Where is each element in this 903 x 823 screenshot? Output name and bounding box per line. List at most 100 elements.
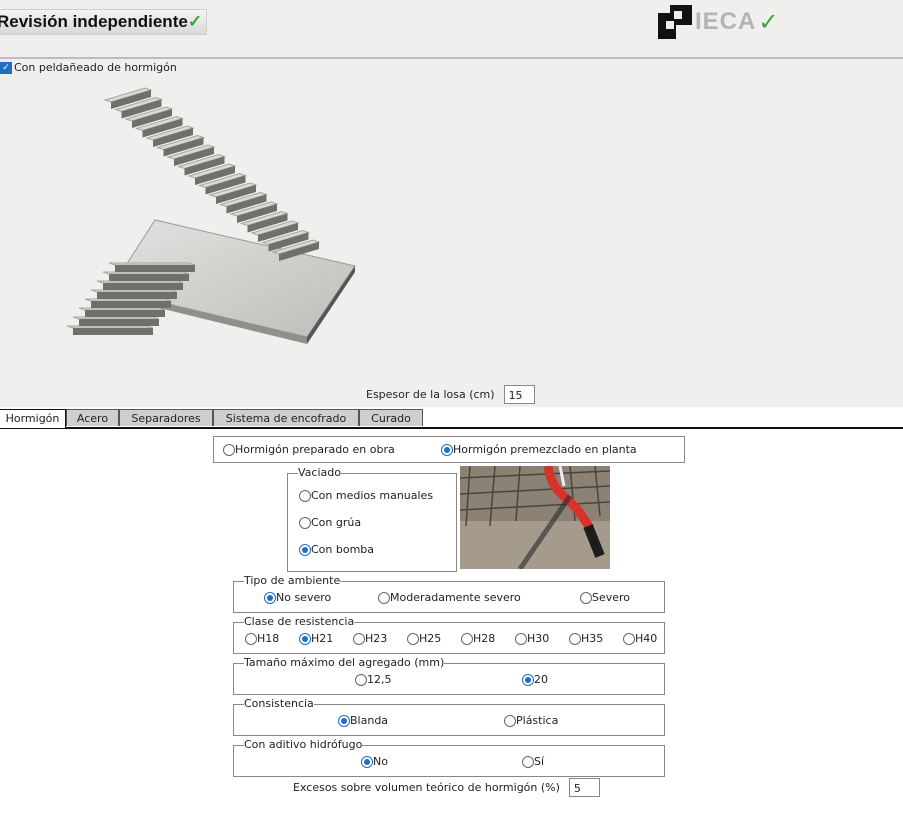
strength-class-group: Clase de resistencia H18 H21 H23 H25 H28… (233, 616, 665, 654)
radio-label: H30 (527, 632, 550, 645)
tab-sistema-encofrado[interactable]: Sistema de encofrado (213, 409, 359, 426)
radio-label: H21 (311, 632, 334, 645)
check-icon: ✓ (187, 12, 203, 31)
radio-button[interactable] (441, 443, 453, 456)
pouring-group: Vaciado Con medios manuales Con grúa Con… (287, 467, 457, 572)
excess-volume-label: Excesos sobre volumen teórico de hormigó… (293, 781, 560, 794)
environment-legend: Tipo de ambiente (244, 574, 341, 587)
aggregate-size-group: Tamaño máximo del agregado (mm) 12,5 20 (233, 657, 665, 695)
slab-thickness-label: Espesor de la losa (cm) (366, 388, 495, 401)
radio-option[interactable]: H35 (569, 632, 603, 645)
excess-volume-row: Excesos sobre volumen teórico de hormigó… (293, 778, 600, 797)
slab-thickness-input[interactable]: 15 (503, 385, 535, 404)
staircase-3d-illustration (66, 87, 356, 344)
radio-option[interactable]: No (361, 755, 388, 768)
radio-label: Hormigón premezclado en planta (453, 443, 637, 456)
radio-button[interactable] (522, 673, 534, 686)
tab-curado[interactable]: Curado (359, 409, 423, 426)
radio-option[interactable]: Blanda (338, 714, 388, 727)
radio-button[interactable] (504, 714, 516, 727)
radio-option[interactable]: Con medios manuales (299, 489, 433, 502)
concrete-steps-label: Con peldañeado de hormigón (14, 61, 177, 74)
radio-button[interactable] (353, 632, 365, 645)
tab-hormigon[interactable]: Hormigón (0, 409, 66, 428)
radio-option[interactable]: H18 (245, 632, 279, 645)
concrete-source-group: Hormigón preparado en obra Hormigón prem… (213, 436, 685, 463)
radio-label: H35 (581, 632, 604, 645)
radio-label: Moderadamente severo (390, 591, 521, 604)
slab-thickness-row: Espesor de la losa (cm) 15 (366, 385, 535, 404)
radio-button[interactable] (522, 755, 534, 768)
radio-button[interactable] (378, 591, 390, 604)
radio-button[interactable] (407, 632, 419, 645)
tab-acero[interactable]: Acero (66, 409, 119, 426)
radio-option[interactable]: Con grúa (299, 516, 361, 529)
aggregate-size-legend: Tamaño máximo del agregado (mm) (244, 656, 445, 669)
radio-button[interactable] (515, 632, 527, 645)
radio-option[interactable]: Hormigón preparado en obra (223, 443, 395, 456)
radio-label: 12,5 (367, 673, 392, 686)
radio-button[interactable] (569, 632, 581, 645)
radio-button[interactable] (299, 543, 311, 556)
radio-option[interactable]: Plástica (504, 714, 558, 727)
tab-bar: Hormigón Acero Separadores Sistema de en… (0, 409, 903, 429)
radio-button[interactable] (355, 673, 367, 686)
consistency-group: Consistencia Blanda Plástica (233, 698, 665, 736)
page-title: Revisión independiente✓ (0, 9, 208, 35)
environment-group: Tipo de ambiente No severo Moderadamente… (233, 575, 665, 613)
radio-button[interactable] (264, 591, 276, 604)
waterproofing-legend: Con aditivo hidrófugo (244, 738, 363, 751)
concrete-steps-checkbox[interactable]: ✓ (0, 61, 12, 74)
radio-option[interactable]: Severo (580, 591, 630, 604)
radio-label: Severo (592, 591, 631, 604)
radio-label: Blanda (350, 714, 389, 727)
radio-label: No severo (276, 591, 332, 604)
radio-option[interactable]: H40 (623, 632, 657, 645)
radio-label: H18 (257, 632, 280, 645)
radio-option[interactable]: H25 (407, 632, 441, 645)
radio-button[interactable] (245, 632, 257, 645)
radio-button[interactable] (580, 591, 592, 604)
lower-flight (66, 262, 196, 335)
ieca-logo-mark-icon (658, 5, 692, 39)
pump-pouring-photo (460, 466, 610, 569)
check-icon: ✓ (758, 8, 779, 36)
radio-option[interactable]: Sí (522, 755, 544, 768)
excess-volume-input[interactable]: 5 (568, 778, 600, 797)
radio-label: Con bomba (311, 543, 375, 556)
radio-option[interactable]: H30 (515, 632, 549, 645)
radio-option[interactable]: No severo (264, 591, 331, 604)
radio-button[interactable] (623, 632, 635, 645)
page-title-text: Revisión independiente (0, 12, 188, 31)
radio-button[interactable] (299, 489, 311, 502)
concrete-steps-option[interactable]: ✓ Con peldañeado de hormigón (0, 61, 177, 74)
logo-text: IECA (695, 8, 757, 35)
radio-option[interactable]: Hormigón premezclado en planta (441, 443, 637, 456)
radio-label: Con grúa (311, 516, 362, 529)
tab-separadores[interactable]: Separadores (119, 409, 213, 426)
radio-label: Con medios manuales (311, 489, 434, 502)
radio-option[interactable]: 12,5 (355, 673, 392, 686)
radio-button[interactable] (299, 632, 311, 645)
radio-option[interactable]: H23 (353, 632, 387, 645)
radio-label: No (373, 755, 388, 768)
radio-button[interactable] (461, 632, 473, 645)
radio-option[interactable]: Con bomba (299, 543, 374, 556)
radio-label: Hormigón preparado en obra (235, 443, 395, 456)
pouring-legend: Vaciado (298, 466, 341, 479)
radio-label: H28 (473, 632, 496, 645)
radio-option[interactable]: H21 (299, 632, 333, 645)
radio-button[interactable] (338, 714, 350, 727)
radio-button[interactable] (223, 443, 235, 456)
waterproofing-group: Con aditivo hidrófugo No Sí (233, 739, 665, 777)
radio-label: Sí (534, 755, 545, 768)
radio-label: 20 (534, 673, 548, 686)
radio-button[interactable] (299, 516, 311, 529)
consistency-legend: Consistencia (244, 697, 314, 710)
radio-option[interactable]: H28 (461, 632, 495, 645)
strength-class-legend: Clase de resistencia (244, 615, 355, 628)
header: Revisión independiente✓ IECA ✓ (0, 0, 903, 59)
radio-option[interactable]: Moderadamente severo (378, 591, 521, 604)
radio-option[interactable]: 20 (522, 673, 548, 686)
radio-button[interactable] (361, 755, 373, 768)
